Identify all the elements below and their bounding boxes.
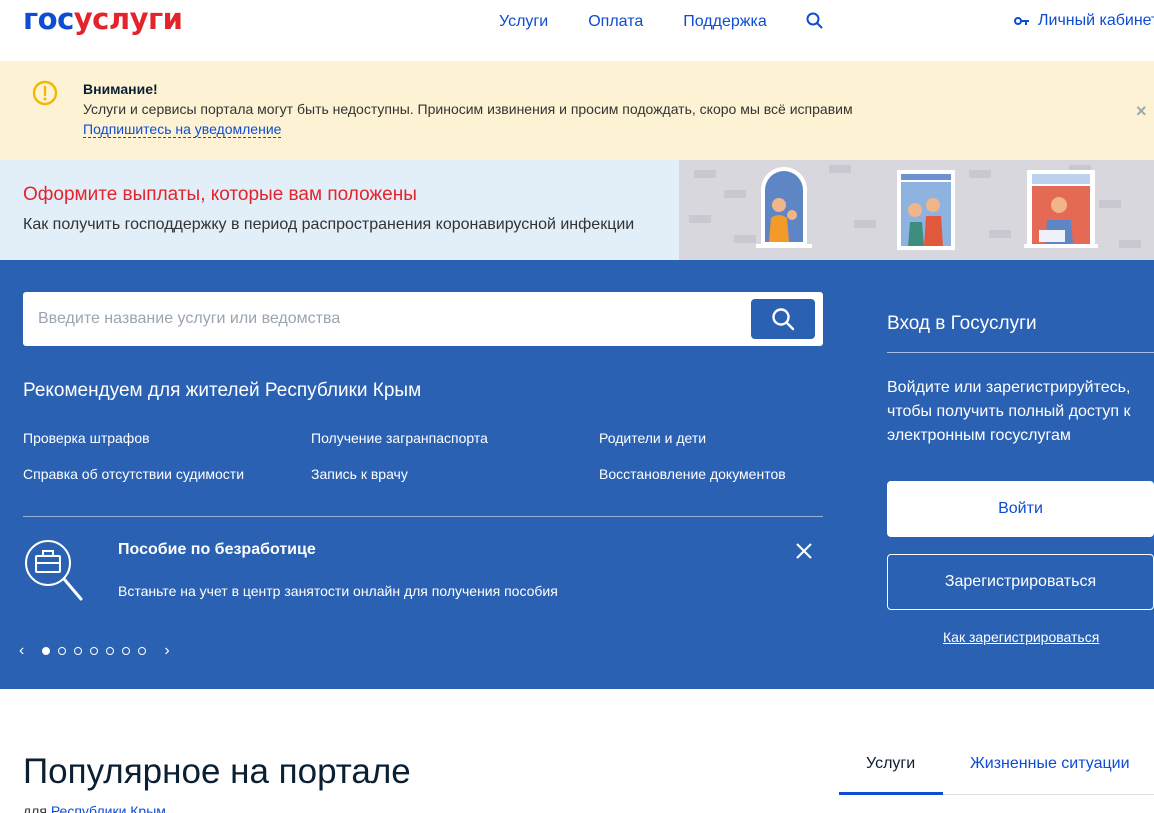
logo-part-gos: гос: [23, 2, 74, 36]
search-input[interactable]: [38, 292, 738, 346]
rec-link-fines[interactable]: Проверка штрафов: [23, 430, 150, 446]
carousel-dot[interactable]: [58, 647, 67, 655]
login-button[interactable]: Войти: [887, 481, 1154, 537]
how-to-register-link[interactable]: Как зарегистрироваться: [943, 629, 1099, 645]
register-button[interactable]: Зарегистрироваться: [887, 554, 1154, 610]
cabinet-label: Личный кабинет: [1038, 12, 1154, 29]
popular-subtitle: для Республики Крым: [23, 803, 166, 813]
alert-title: Внимание!: [83, 81, 158, 97]
rec-link-passport[interactable]: Получение загранпаспорта: [311, 430, 488, 446]
promo-illustration: [679, 160, 1154, 260]
header: госуслуги Услуги Оплата Поддержка Личный…: [0, 0, 1154, 61]
key-icon: [1014, 17, 1029, 25]
rec-link-documents[interactable]: Восстановление документов: [599, 466, 786, 482]
tab-services[interactable]: Услуги: [866, 755, 915, 773]
slide-text: Встаньте на учет в центр занятости онлай…: [118, 583, 558, 599]
carousel-dot[interactable]: [42, 647, 51, 655]
region-link[interactable]: Республики Крым: [51, 803, 166, 813]
promo-subtitle: Как получить господдержку в период распр…: [23, 216, 635, 233]
personal-cabinet-link[interactable]: Личный кабинет: [1014, 12, 1154, 30]
alert-close-icon[interactable]: ×: [1136, 101, 1147, 122]
search-button[interactable]: [751, 299, 815, 339]
search-box: [23, 292, 823, 346]
recommend-title: Рекомендуем для жителей Республики Крым: [23, 380, 422, 401]
slide-title[interactable]: Пособие по безработице: [118, 541, 316, 559]
carousel-dot[interactable]: [138, 647, 147, 655]
promo-title[interactable]: Оформите выплаты, которые вам положены: [23, 184, 417, 206]
tab-life-situations[interactable]: Жизненные ситуации: [970, 755, 1130, 773]
close-icon[interactable]: [795, 542, 813, 560]
warning-icon: [32, 80, 58, 106]
rec-link-parents[interactable]: Родители и дети: [599, 430, 706, 446]
popular-title: Популярное на портале: [23, 752, 411, 791]
nav-payment[interactable]: Оплата: [588, 12, 643, 32]
job-search-icon: [25, 540, 83, 601]
login-title: Вход в Госуслуги: [887, 313, 1037, 334]
login-description: Войдите или зарегистрируйтесь, чтобы пол…: [887, 379, 1131, 444]
chevron-left-icon[interactable]: ‹: [19, 642, 24, 660]
main-nav: Услуги Оплата Поддержка: [499, 12, 807, 32]
chevron-right-icon[interactable]: ›: [164, 642, 169, 660]
carousel-dot[interactable]: [74, 647, 83, 655]
login-divider: [887, 352, 1154, 353]
nav-services[interactable]: Услуги: [499, 12, 548, 32]
rec-link-criminal-record[interactable]: Справка об отсутствии судимости: [23, 466, 244, 482]
nav-support[interactable]: Поддержка: [683, 12, 766, 32]
search-icon[interactable]: [806, 12, 824, 30]
subscribe-notification-link[interactable]: Подпишитесь на уведомление: [83, 121, 282, 138]
rec-link-doctor[interactable]: Запись к врачу: [311, 466, 408, 482]
carousel-dot[interactable]: [122, 647, 131, 655]
search-icon: [772, 308, 795, 331]
carousel-dot[interactable]: [106, 647, 115, 655]
logo[interactable]: госуслуги: [23, 2, 183, 36]
divider: [23, 516, 823, 517]
active-tab-indicator: [839, 792, 943, 795]
carousel-dot[interactable]: [90, 647, 99, 655]
popular-sub-prefix: для: [23, 803, 47, 813]
logo-part-uslugi: услуги: [73, 2, 183, 36]
carousel-controls: ‹ ›: [19, 642, 170, 660]
alert-text: Услуги и сервисы портала могут быть недо…: [83, 101, 853, 117]
